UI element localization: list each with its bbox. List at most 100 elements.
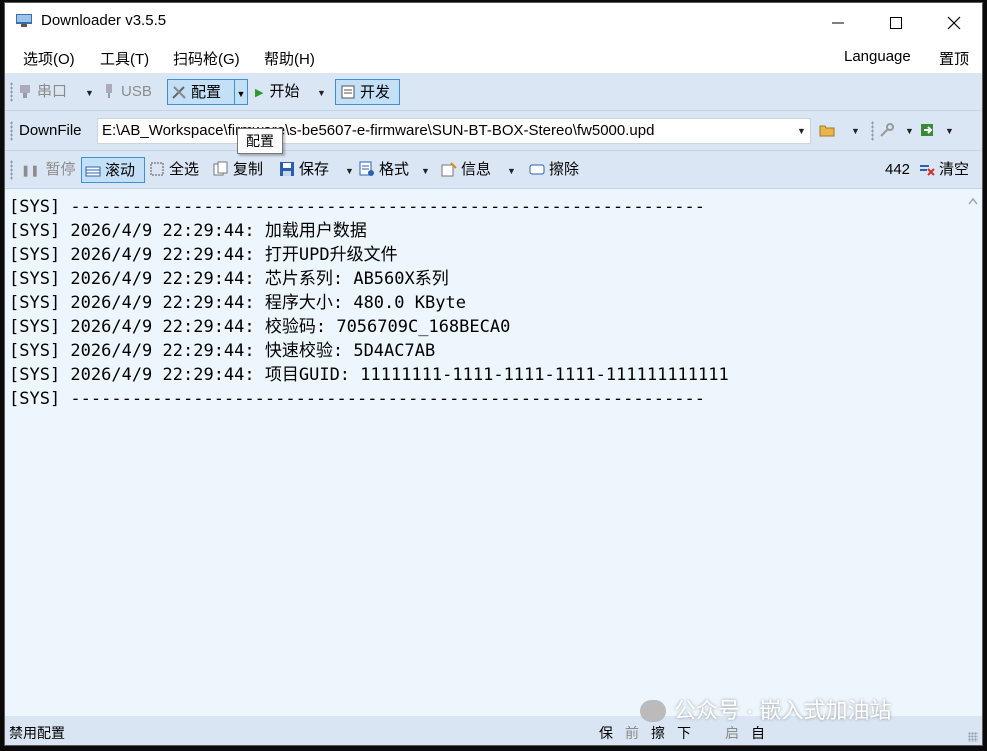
status-auto: 自 — [751, 725, 765, 741]
log-line: [SYS] 2026/4/9 22:29:44: 打开UPD升级文件 — [9, 245, 398, 265]
scroll-button[interactable]: 滚动 — [81, 157, 145, 183]
maximize-icon — [890, 17, 902, 29]
erase-label: 擦除 — [549, 161, 580, 178]
usb-button[interactable]: USB — [101, 79, 152, 105]
pause-button[interactable]: ❚❚ 暂停 — [21, 157, 75, 183]
dev-button[interactable]: 开发 — [335, 79, 400, 105]
export-button[interactable] — [919, 118, 939, 144]
format-label: 格式 — [379, 161, 410, 178]
config-tooltip: 配置 — [237, 128, 283, 154]
pause-label: 暂停 — [45, 161, 76, 178]
downfile-label: DownFile — [19, 122, 82, 139]
info-icon — [441, 162, 457, 177]
log-line: [SYS] 2026/4/9 22:29:44: 加载用户数据 — [9, 221, 367, 241]
select-all-button[interactable]: 全选 — [149, 157, 199, 183]
minimize-icon — [832, 22, 844, 24]
info-label: 信息 — [461, 161, 492, 178]
save-button[interactable]: 保存 — [279, 157, 329, 183]
format-button[interactable]: 格式 — [359, 157, 409, 183]
resize-grip[interactable] — [968, 732, 978, 742]
app-window: Downloader v3.5.5 选项(O) 工具(T) 扫码枪(G) 帮助(… — [4, 2, 983, 746]
toolbar-grip[interactable] — [10, 121, 13, 141]
path-dropdown-icon[interactable]: ▼ — [797, 126, 806, 136]
serial-label: 串口 — [37, 83, 68, 100]
key-button[interactable] — [879, 118, 899, 144]
dev-label: 开发 — [360, 84, 391, 101]
menu-pin-top[interactable]: 置顶 — [939, 48, 969, 69]
folder-dropdown-icon[interactable]: ▼ — [851, 126, 860, 136]
log-output[interactable]: [SYS] ----------------------------------… — [5, 189, 963, 716]
status-start: 启 — [725, 725, 739, 741]
erase-button[interactable]: 擦除 — [529, 157, 579, 183]
wechat-icon — [640, 700, 666, 722]
file-path-combobox[interactable]: E:\AB_Workspace\firmware\s-be5607-e-firm… — [97, 118, 811, 144]
watermark-text: 公众号 · 嵌入式加油站 — [674, 698, 892, 723]
menu-help[interactable]: 帮助(H) — [264, 48, 315, 69]
status-front: 前 — [625, 725, 639, 741]
open-folder-button[interactable] — [819, 118, 839, 144]
export-dropdown-icon[interactable]: ▼ — [945, 126, 954, 136]
document-icon — [341, 85, 355, 99]
toolbar-grip[interactable] — [10, 160, 13, 180]
log-line: [SYS] 2026/4/9 22:29:44: 快速校验: 5D4AC7AB — [9, 341, 436, 361]
format-dropdown-icon[interactable]: ▼ — [421, 166, 430, 176]
usb-label: USB — [121, 83, 152, 100]
select-all-label: 全选 — [169, 161, 200, 178]
key-dropdown-icon[interactable]: ▼ — [905, 126, 914, 136]
toolbar-grip[interactable] — [10, 82, 13, 102]
info-button[interactable]: 信息 — [441, 157, 491, 183]
folder-open-icon — [819, 125, 835, 137]
status-download: 下 — [677, 725, 691, 741]
log-line: [SYS] ----------------------------------… — [9, 389, 705, 409]
clear-label: 清空 — [939, 161, 970, 178]
copy-icon — [213, 161, 228, 176]
config-button[interactable]: 配置 — [167, 79, 235, 105]
close-icon — [947, 16, 961, 30]
serial-button[interactable]: 串口 — [17, 79, 67, 105]
info-dropdown-icon[interactable]: ▼ — [507, 166, 516, 176]
copy-button[interactable]: 复制 — [213, 157, 263, 183]
log-line: [SYS] 2026/4/9 22:29:44: 芯片系列: AB560X系列 — [9, 269, 449, 289]
menu-options[interactable]: 选项(O) — [23, 48, 75, 69]
save-icon — [280, 162, 294, 176]
log-toolbar: ❚❚ 暂停 滚动 全选 复制 保存 ▼ 格式 ▼ 信息 ▼ 擦除 442 清空 — [5, 151, 982, 189]
scroll-icon — [85, 166, 101, 177]
chevron-down-icon: ▼ — [236, 89, 246, 99]
tools-icon — [172, 86, 186, 99]
menu-tools[interactable]: 工具(T) — [100, 48, 149, 69]
serial-port-icon — [20, 85, 30, 98]
menu-bar: 选项(O) 工具(T) 扫码枪(G) 帮助(H) Language 置顶 — [5, 41, 982, 73]
status-save: 保 — [599, 725, 613, 741]
serial-dropdown-icon[interactable]: ▼ — [85, 88, 94, 98]
toolbar-grip[interactable] — [871, 121, 874, 141]
start-dropdown-icon[interactable]: ▼ — [317, 88, 326, 98]
minimize-button[interactable] — [809, 3, 867, 41]
line-count: 442 — [885, 161, 911, 178]
select-all-icon — [150, 162, 164, 176]
pause-icon: ❚❚ — [21, 165, 40, 177]
copy-label: 复制 — [233, 161, 264, 178]
log-line: [SYS] 2026/4/9 22:29:44: 程序大小: 480.0 KBy… — [9, 293, 466, 313]
window-title: Downloader v3.5.5 — [41, 12, 167, 29]
main-toolbar: 串口 ▼ USB 配置 ▼ ▶ 开始 ▼ 开发 — [5, 73, 982, 111]
log-line: [SYS] ----------------------------------… — [9, 197, 705, 217]
scroll-up-icon[interactable] — [968, 197, 978, 205]
maximize-button[interactable] — [867, 3, 925, 41]
config-label: 配置 — [191, 84, 222, 101]
menu-scanner[interactable]: 扫码枪(G) — [173, 48, 240, 69]
title-bar: Downloader v3.5.5 — [5, 3, 982, 41]
menu-language[interactable]: Language — [844, 48, 911, 65]
save-dropdown-icon[interactable]: ▼ — [345, 166, 354, 176]
clear-button[interactable]: 清空 — [919, 157, 969, 183]
start-button[interactable]: ▶ 开始 — [255, 79, 299, 105]
usb-icon — [106, 84, 112, 98]
format-icon — [359, 161, 374, 176]
close-button[interactable] — [925, 3, 982, 41]
status-erase: 擦 — [651, 725, 665, 741]
config-dropdown-button[interactable]: ▼ — [234, 79, 248, 105]
scroll-label: 滚动 — [105, 162, 136, 179]
key-icon — [880, 123, 894, 137]
watermark: 公众号 · 嵌入式加油站 — [640, 693, 892, 725]
vertical-scrollbar[interactable] — [963, 189, 982, 716]
start-label: 开始 — [269, 83, 300, 100]
